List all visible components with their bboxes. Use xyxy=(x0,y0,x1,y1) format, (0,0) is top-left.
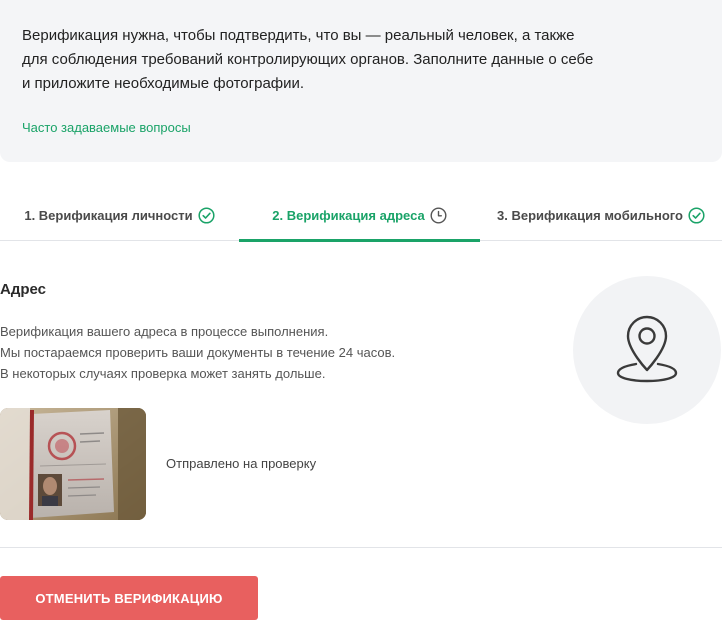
info-line: для соблюдения требований контролирующих… xyxy=(22,51,594,68)
tab-label: 3. Верификация мобильного xyxy=(497,208,683,223)
faq-link[interactable]: Часто задаваемые вопросы xyxy=(22,120,191,135)
info-line: и приложите необходимые фотографии. xyxy=(22,75,305,92)
map-pin-icon xyxy=(614,312,680,389)
verification-tabs: 1. Верификация личности 2. Верификация а… xyxy=(0,190,722,242)
info-panel: Верификация нужна, чтобы подтвердить, чт… xyxy=(0,0,722,162)
description-line: В некоторых случаях проверка может занят… xyxy=(0,366,326,381)
divider xyxy=(0,547,722,548)
address-illustration xyxy=(573,276,721,424)
info-text: Верификация нужна, чтобы подтвердить, чт… xyxy=(22,24,662,96)
check-circle-icon xyxy=(688,207,705,224)
tab-address-verification[interactable]: 2. Верификация адреса xyxy=(239,190,480,242)
tab-label: 1. Верификация личности xyxy=(24,208,193,223)
clock-icon xyxy=(430,207,447,224)
tab-mobile-verification[interactable]: 3. Верификация мобильного xyxy=(480,190,722,241)
tab-identity-verification[interactable]: 1. Верификация личности xyxy=(0,190,239,241)
description-line: Мы постараемся проверить ваши документы … xyxy=(0,345,396,360)
section-title: Адрес xyxy=(0,281,47,298)
cancel-verification-button[interactable]: ОТМЕНИТЬ ВЕРИФИКАЦИЮ xyxy=(0,576,258,620)
tab-label: 2. Верификация адреса xyxy=(272,208,425,223)
document-status: Отправлено на проверку xyxy=(166,456,317,471)
check-circle-icon xyxy=(198,207,215,224)
description-line: Верификация вашего адреса в процессе вып… xyxy=(0,324,329,339)
address-description: Верификация вашего адреса в процессе вып… xyxy=(0,321,480,384)
info-line: Верификация нужна, чтобы подтвердить, чт… xyxy=(22,27,575,44)
document-photo-thumbnail[interactable] xyxy=(0,408,146,520)
